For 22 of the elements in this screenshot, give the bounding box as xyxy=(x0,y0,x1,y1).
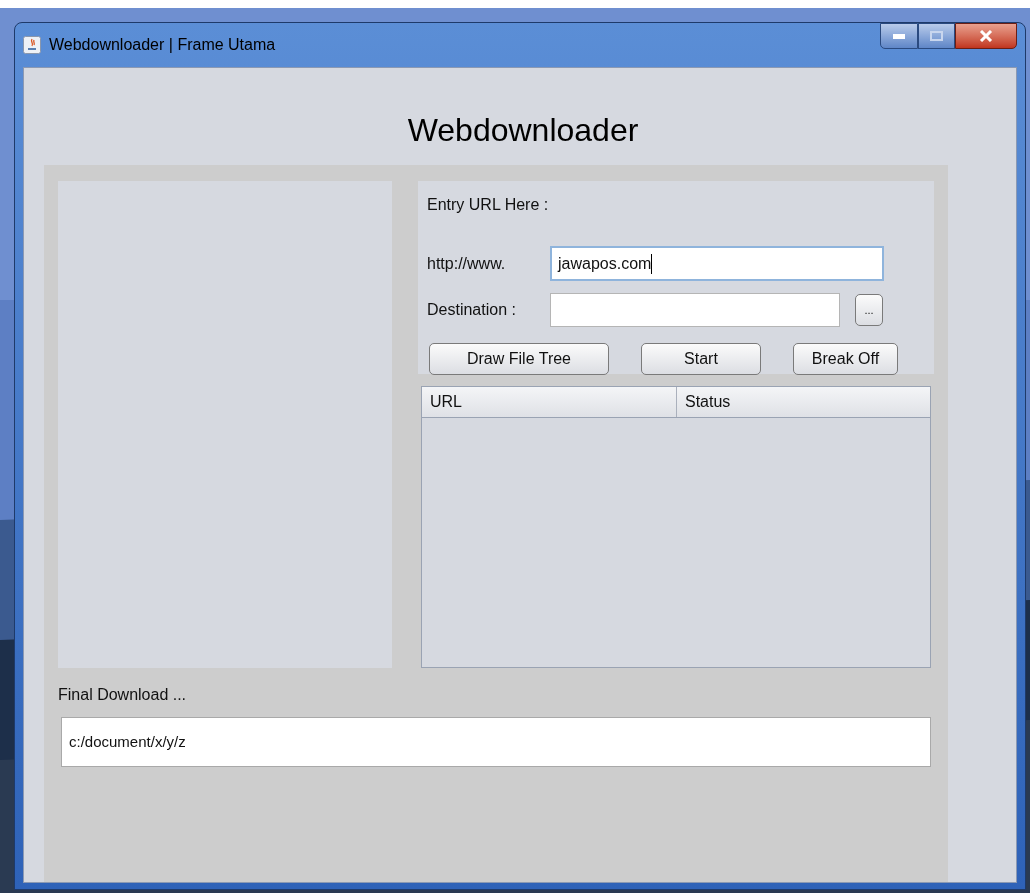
maximize-icon xyxy=(930,31,943,41)
maximize-button[interactable] xyxy=(918,23,955,49)
action-button[interactable]: Start xyxy=(641,343,761,375)
browse-button[interactable]: ... xyxy=(855,294,883,326)
final-download-label: Final Download ... xyxy=(58,685,188,705)
minimize-icon xyxy=(893,33,905,39)
column-header[interactable]: URL xyxy=(422,387,677,417)
app-heading: Webdownloader xyxy=(407,110,639,150)
column-header[interactable]: Status xyxy=(677,387,930,417)
destination-label: Destination : xyxy=(427,300,517,320)
window-title: Webdownloader | Frame Utama xyxy=(49,35,276,55)
action-button[interactable]: Break Off xyxy=(793,343,898,375)
close-button[interactable] xyxy=(955,23,1017,49)
url-field[interactable]: jawapos.com xyxy=(550,246,884,281)
close-icon xyxy=(979,30,993,42)
action-button[interactable]: Draw File Tree xyxy=(429,343,609,375)
minimize-button[interactable] xyxy=(880,23,918,49)
entry-label: Entry URL Here : xyxy=(427,195,550,215)
final-download-field[interactable]: c:/document/x/y/z xyxy=(61,717,931,767)
url-label: http://www. xyxy=(427,253,507,274)
java-cup-icon xyxy=(23,36,41,54)
destination-field[interactable] xyxy=(550,293,840,327)
